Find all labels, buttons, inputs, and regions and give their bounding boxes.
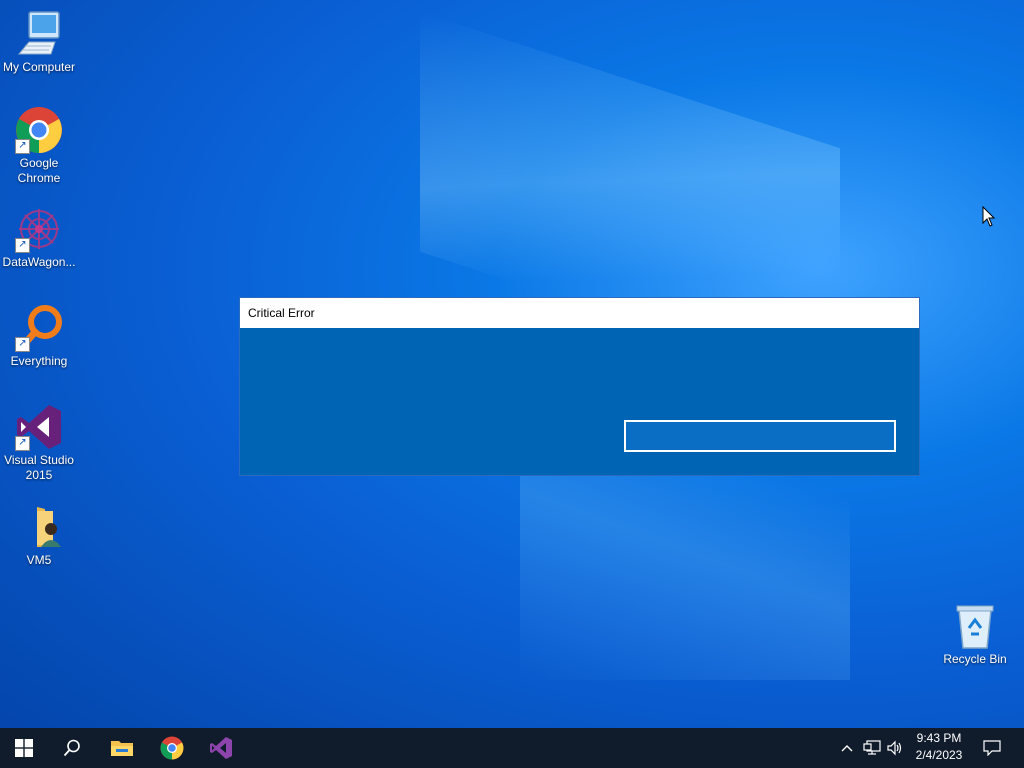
start-icon bbox=[15, 739, 33, 757]
action-center-button[interactable] bbox=[976, 728, 1008, 768]
critical-error-dialog: Critical Error bbox=[239, 297, 920, 476]
user-folder-icon bbox=[15, 503, 63, 551]
everything-search-icon: ↗ bbox=[15, 304, 63, 352]
search-icon bbox=[63, 739, 80, 757]
desktop-icon-datawagon[interactable]: ↗ DataWagon... bbox=[0, 205, 78, 270]
shortcut-arrow-icon: ↗ bbox=[15, 238, 30, 253]
shortcut-arrow-icon: ↗ bbox=[15, 436, 30, 451]
desktop-icon-label: My Computer bbox=[2, 60, 76, 74]
desktop-icon-label: DataWagon... bbox=[2, 255, 76, 269]
recycle-bin-icon bbox=[951, 602, 999, 650]
volume-icon bbox=[887, 740, 902, 756]
volume-button[interactable] bbox=[884, 728, 906, 768]
desktop-icon-label: Recycle Bin bbox=[943, 652, 1007, 666]
desktop-icon-visual-studio-2015[interactable]: ↗ Visual Studio 2015 bbox=[0, 403, 78, 483]
chrome-icon bbox=[160, 736, 184, 760]
clock-date: 2/4/2023 bbox=[915, 748, 963, 762]
show-hidden-icons-button[interactable] bbox=[836, 728, 858, 768]
taskbar-file-explorer[interactable] bbox=[98, 728, 146, 768]
desktop-icon-everything[interactable]: ↗ Everything bbox=[0, 304, 78, 369]
taskbar: 9:43 PM 2/4/2023 bbox=[0, 728, 1024, 768]
taskbar-clock[interactable]: 9:43 PM 2/4/2023 bbox=[906, 730, 972, 766]
start-button[interactable] bbox=[0, 728, 48, 768]
shortcut-arrow-icon: ↗ bbox=[15, 337, 30, 352]
datawagon-icon: ↗ bbox=[15, 205, 63, 253]
desktop-icon-label: Visual Studio 2015 bbox=[4, 453, 74, 482]
desktop-icon-vm5[interactable]: VM5 bbox=[0, 503, 78, 568]
visual-studio-icon: ↗ bbox=[15, 403, 63, 451]
desktop-icon-google-chrome[interactable]: ↗ Google Chrome bbox=[0, 106, 78, 186]
desktop-icon-recycle-bin[interactable]: Recycle Bin bbox=[936, 602, 1014, 667]
shortcut-arrow-icon: ↗ bbox=[15, 139, 30, 154]
dialog-button[interactable] bbox=[624, 420, 896, 452]
dialog-title: Critical Error bbox=[240, 298, 919, 328]
chevron-up-icon bbox=[841, 745, 853, 752]
action-center-icon bbox=[983, 740, 1001, 756]
desktop-icon-my-computer[interactable]: My Computer bbox=[0, 10, 78, 75]
desktop-icon-label: Everything bbox=[10, 354, 68, 368]
chrome-icon: ↗ bbox=[15, 106, 63, 154]
file-explorer-icon bbox=[111, 741, 133, 756]
clock-time: 9:43 PM bbox=[916, 731, 962, 745]
taskbar-search-button[interactable] bbox=[48, 728, 96, 768]
computer-icon bbox=[15, 10, 63, 58]
network-icon bbox=[863, 740, 881, 755]
visual-studio-icon bbox=[210, 737, 232, 759]
desktop: My Computer ↗ Google Chrome ↗ DataWagon.… bbox=[0, 0, 1024, 728]
desktop-icon-label: Google Chrome bbox=[17, 156, 61, 185]
network-button[interactable] bbox=[860, 728, 884, 768]
mouse-cursor-icon bbox=[982, 205, 996, 233]
desktop-icon-label: VM5 bbox=[26, 553, 52, 567]
taskbar-visual-studio[interactable] bbox=[197, 728, 245, 768]
taskbar-chrome[interactable] bbox=[148, 728, 196, 768]
